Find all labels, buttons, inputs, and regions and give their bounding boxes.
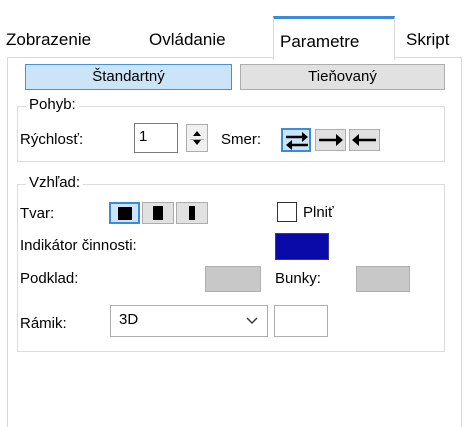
activity-indicator-label: Indikátor činnosti: (20, 237, 137, 254)
direction-left-button[interactable] (349, 129, 380, 151)
right-arrow-icon (319, 134, 343, 146)
narrow-square-icon (189, 206, 195, 220)
tab-parametre[interactable]: Parametre (273, 16, 395, 60)
frame-label: Rámik: (20, 315, 67, 332)
direction-right-button[interactable] (315, 129, 346, 151)
tab-skript[interactable]: Skript (400, 22, 455, 58)
fill-label: Plniť (303, 204, 334, 221)
shaded-mode-button[interactable]: Tieňovaný (240, 64, 445, 90)
speed-label: Rýchlosť: (20, 131, 84, 148)
activity-color-swatch[interactable] (275, 233, 329, 260)
chevron-down-icon (246, 317, 258, 324)
speed-input[interactable]: 1 (134, 123, 178, 153)
stepper-down-icon[interactable] (193, 140, 201, 145)
background-label: Podklad: (20, 270, 79, 287)
medium-square-icon (153, 206, 163, 220)
frame-select[interactable]: 3D (110, 305, 268, 337)
shape-label: Tvar: (20, 205, 55, 222)
shape-narrow-button[interactable] (176, 202, 208, 224)
tab-ovladanie[interactable]: Ovládanie (143, 22, 232, 58)
movement-group-title: Pohyb: (26, 96, 79, 114)
tab-bar: Zobrazenie Ovládanie Parametre Skript (0, 0, 469, 60)
tab-zobrazenie[interactable]: Zobrazenie (0, 22, 97, 58)
stepper-up-icon[interactable] (193, 131, 201, 136)
standard-mode-button[interactable]: Štandartný (25, 64, 232, 90)
appearance-group-title: Vzhľad: (26, 174, 84, 192)
both-arrows-icon (286, 132, 308, 150)
direction-both-button[interactable] (281, 128, 311, 152)
shape-medium-button[interactable] (142, 202, 174, 224)
frame-select-value: 3D (119, 311, 139, 328)
frame-preview (274, 305, 328, 337)
left-arrow-icon (352, 134, 376, 146)
cells-color-swatch[interactable] (356, 266, 410, 292)
speed-stepper[interactable] (186, 124, 208, 152)
fill-checkbox[interactable] (277, 202, 297, 222)
shape-wide-button[interactable] (109, 202, 140, 224)
cells-label: Bunky: (275, 270, 321, 287)
direction-label: Smer: (221, 131, 262, 148)
background-color-swatch[interactable] (205, 266, 261, 292)
wide-square-icon (118, 207, 132, 220)
